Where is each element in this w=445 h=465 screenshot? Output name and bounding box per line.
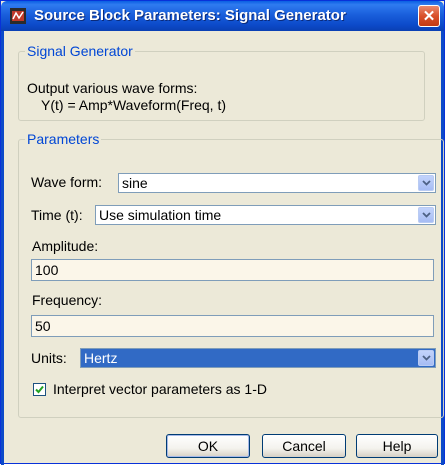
amplitude-input[interactable]: 100	[31, 259, 434, 281]
wave-form-dropdown[interactable]: sine	[118, 173, 436, 193]
simulink-app-icon	[10, 8, 26, 24]
wave-form-value: sine	[122, 175, 148, 191]
description-line-1: Output various wave forms:	[27, 80, 198, 96]
units-dropdown[interactable]: Hertz	[80, 348, 436, 368]
time-dropdown-button[interactable]	[418, 207, 434, 223]
chevron-down-icon	[421, 212, 431, 218]
cancel-button[interactable]: Cancel	[262, 434, 346, 458]
time-label: Time (t):	[31, 207, 83, 223]
ok-button[interactable]: OK	[166, 434, 250, 458]
window-title: Source Block Parameters: Signal Generato…	[34, 7, 346, 24]
description-line-2: Y(t) = Amp*Waveform(Freq, t)	[41, 97, 227, 113]
title-bar[interactable]: Source Block Parameters: Signal Generato…	[1, 1, 444, 31]
frequency-input[interactable]: 50	[31, 315, 434, 337]
chevron-down-icon	[421, 180, 431, 186]
parameters-legend: Parameters	[27, 131, 100, 147]
units-value: Hertz	[82, 350, 120, 366]
checkmark-icon	[35, 385, 44, 394]
time-value: Use simulation time	[99, 207, 222, 223]
interpret-vector-checkbox[interactable]	[33, 383, 46, 396]
signal-generator-legend: Signal Generator	[27, 43, 133, 59]
units-dropdown-button[interactable]	[418, 350, 434, 366]
amplitude-label: Amplitude:	[32, 238, 99, 254]
window-border-left	[1, 31, 4, 465]
frequency-label: Frequency:	[32, 292, 103, 308]
time-dropdown[interactable]: Use simulation time	[95, 205, 436, 225]
wave-form-dropdown-button[interactable]	[418, 175, 434, 191]
chevron-down-icon	[421, 355, 431, 361]
close-icon: ✕	[422, 8, 436, 25]
dialog-window: Source Block Parameters: Signal Generato…	[0, 0, 445, 465]
close-button[interactable]: ✕	[418, 5, 440, 27]
interpret-vector-label[interactable]: Interpret vector parameters as 1-D	[53, 381, 267, 397]
wave-form-label: Wave form:	[31, 174, 103, 190]
help-button[interactable]: Help	[356, 434, 438, 458]
units-label: Units:	[31, 350, 67, 366]
